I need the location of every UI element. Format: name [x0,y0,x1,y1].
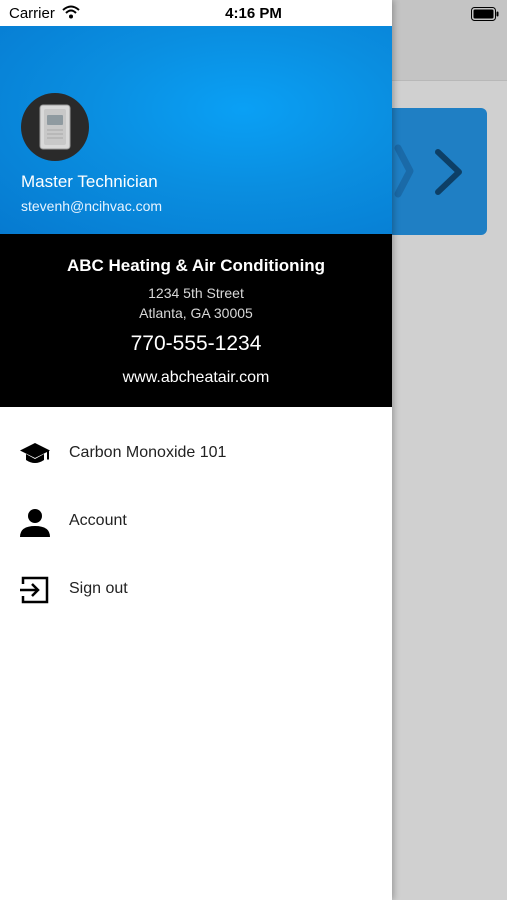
menu-item-label: Sign out [69,580,128,597]
company-name: ABC Heating & Air Conditioning [66,256,326,275]
chevron-right-icon [394,144,462,198]
company-phone[interactable]: 770-555-1234 [0,332,392,356]
avatar[interactable] [21,93,89,161]
company-info-panel: ABC Heating & Air Conditioning 1234 5th … [0,234,392,407]
status-bar: Carrier 4:16 PM [0,0,507,26]
sign-out-icon [20,576,49,604]
graduation-cap-icon [20,443,50,463]
background-card[interactable] [392,108,487,235]
menu-item-label: Account [69,512,127,529]
company-website[interactable]: www.abcheatair.com [0,369,392,387]
menu-item-carbon-monoxide[interactable]: Carbon Monoxide 101 [0,424,392,480]
profile-role: Master Technician [21,172,158,191]
device-photo-icon [39,104,71,150]
menu-item-account[interactable]: Account [0,492,392,548]
company-address-line1: 1234 5th Street [148,285,244,301]
battery-icon [471,7,499,21]
side-drawer: Master Technician stevenh@ncihvac.com AB… [0,0,392,900]
company-address-line2: Atlanta, GA 30005 [139,305,253,321]
menu-item-sign-out[interactable]: Sign out [0,560,392,616]
person-icon [20,509,50,537]
status-time: 4:16 PM [225,5,282,22]
profile-email: stevenh@ncihvac.com [21,198,163,214]
menu-item-label: Carbon Monoxide 101 [69,444,227,461]
